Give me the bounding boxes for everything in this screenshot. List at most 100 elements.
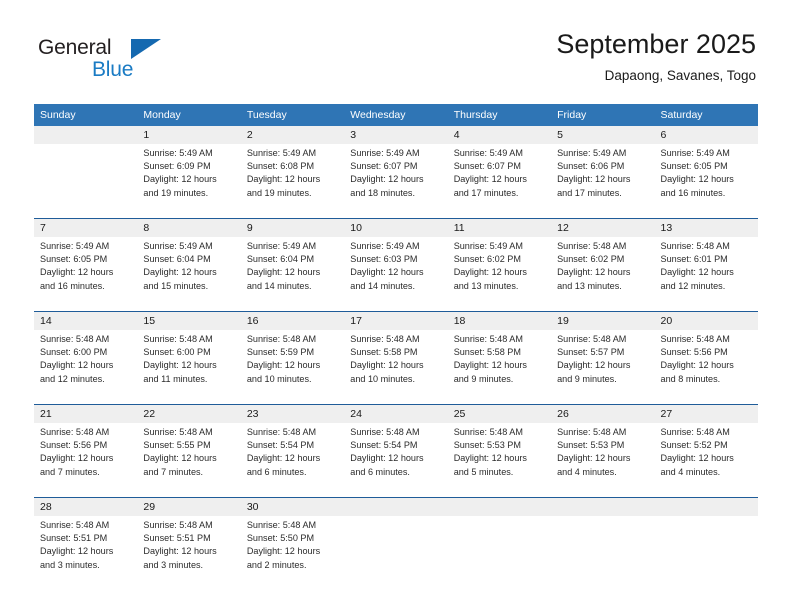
day-number[interactable] — [654, 497, 758, 516]
day-cell[interactable]: Sunrise: 5:49 AM Sunset: 6:04 PM Dayligh… — [240, 237, 345, 312]
day-cell[interactable] — [551, 516, 655, 590]
day-number[interactable]: 18 — [447, 311, 552, 330]
day-number[interactable] — [34, 126, 138, 144]
day-cell[interactable]: Sunrise: 5:48 AM Sunset: 5:58 PM Dayligh… — [447, 330, 552, 405]
sunrise-text: Sunrise: 5:48 AM — [246, 427, 317, 437]
day-cell[interactable]: Sunrise: 5:49 AM Sunset: 6:07 PM Dayligh… — [344, 144, 448, 219]
day-cell[interactable]: Sunrise: 5:48 AM Sunset: 5:59 PM Dayligh… — [240, 330, 345, 405]
day-number[interactable]: 1 — [137, 126, 241, 144]
day-cell[interactable] — [447, 516, 552, 590]
day-cell[interactable]: Sunrise: 5:49 AM Sunset: 6:05 PM Dayligh… — [654, 144, 758, 219]
day-number[interactable] — [344, 497, 448, 516]
day-cell[interactable]: Sunrise: 5:48 AM Sunset: 6:00 PM Dayligh… — [137, 330, 241, 405]
day-number[interactable]: 10 — [344, 218, 448, 237]
day-number[interactable]: 30 — [240, 497, 345, 516]
day-number[interactable]: 12 — [551, 218, 655, 237]
day-number[interactable]: 22 — [137, 404, 241, 423]
sunrise-text: Sunrise: 5:48 AM — [40, 334, 110, 344]
day-number[interactable] — [551, 497, 655, 516]
sunset-text: Sunset: 6:05 PM — [40, 254, 108, 265]
day-number[interactable]: 8 — [137, 218, 241, 237]
generalblue-logo[interactable]: General Blue — [38, 36, 238, 88]
sunset-text: Sunset: 6:07 PM — [453, 161, 521, 172]
day-cell[interactable]: Sunrise: 5:49 AM Sunset: 6:06 PM Dayligh… — [551, 144, 655, 219]
sunrise-text: Sunrise: 5:49 AM — [350, 241, 420, 251]
day-number[interactable] — [447, 497, 552, 516]
daylight-text: Daylight: 12 hours — [453, 267, 527, 278]
day-cell[interactable]: Sunrise: 5:48 AM Sunset: 5:51 PM Dayligh… — [137, 516, 241, 590]
day-number[interactable]: 21 — [34, 404, 138, 423]
day-number[interactable]: 6 — [654, 126, 758, 144]
day-cell[interactable] — [34, 144, 138, 219]
day-info-row: Sunrise: 5:48 AM Sunset: 6:00 PM Dayligh… — [34, 330, 758, 405]
day-cell[interactable]: Sunrise: 5:49 AM Sunset: 6:02 PM Dayligh… — [447, 237, 552, 312]
day-cell[interactable]: Sunrise: 5:48 AM Sunset: 6:00 PM Dayligh… — [34, 330, 138, 405]
day-cell[interactable]: Sunrise: 5:48 AM Sunset: 6:01 PM Dayligh… — [654, 237, 758, 312]
day-number[interactable]: 11 — [447, 218, 552, 237]
day-cell[interactable]: Sunrise: 5:48 AM Sunset: 5:51 PM Dayligh… — [34, 516, 138, 590]
day-cell[interactable]: Sunrise: 5:48 AM Sunset: 5:54 PM Dayligh… — [344, 423, 448, 498]
sunrise-text: Sunrise: 5:49 AM — [453, 241, 523, 251]
sunrise-text: Sunrise: 5:48 AM — [350, 334, 420, 344]
title-block: September 2025 Dapaong, Savanes, Togo — [556, 28, 756, 86]
day-cell[interactable]: Sunrise: 5:48 AM Sunset: 5:54 PM Dayligh… — [240, 423, 345, 498]
day-number[interactable]: 13 — [654, 218, 758, 237]
day-cell[interactable]: Sunrise: 5:49 AM Sunset: 6:09 PM Dayligh… — [137, 144, 241, 219]
day-cell[interactable]: Sunrise: 5:48 AM Sunset: 5:56 PM Dayligh… — [34, 423, 138, 498]
daylight-text: Daylight: 12 hours — [350, 174, 424, 185]
day-cell[interactable]: Sunrise: 5:48 AM Sunset: 5:52 PM Dayligh… — [654, 423, 758, 498]
sunset-text: Sunset: 5:51 PM — [143, 533, 211, 544]
sunrise-text: Sunrise: 5:49 AM — [143, 148, 213, 158]
day-cell[interactable]: Sunrise: 5:48 AM Sunset: 5:57 PM Dayligh… — [551, 330, 655, 405]
day-number[interactable]: 14 — [34, 311, 138, 330]
day-cell[interactable]: Sunrise: 5:49 AM Sunset: 6:05 PM Dayligh… — [34, 237, 138, 312]
daylight-text-cont: and 7 minutes. — [40, 466, 100, 477]
day-cell[interactable] — [344, 516, 448, 590]
day-number[interactable]: 25 — [447, 404, 552, 423]
sunset-text: Sunset: 6:02 PM — [453, 254, 521, 265]
day-number[interactable]: 16 — [240, 311, 345, 330]
daylight-text: Daylight: 12 hours — [557, 267, 631, 278]
sunset-text: Sunset: 5:59 PM — [246, 347, 315, 358]
day-cell[interactable]: Sunrise: 5:49 AM Sunset: 6:03 PM Dayligh… — [344, 237, 448, 312]
day-number[interactable]: 5 — [551, 126, 655, 144]
day-cell[interactable]: Sunrise: 5:49 AM Sunset: 6:08 PM Dayligh… — [240, 144, 345, 219]
day-number[interactable]: 26 — [551, 404, 655, 423]
day-number[interactable]: 20 — [654, 311, 758, 330]
day-number[interactable]: 23 — [240, 404, 345, 423]
daylight-text-cont: and 18 minutes. — [350, 187, 415, 198]
day-number[interactable]: 9 — [240, 218, 345, 237]
daylight-text: Daylight: 12 hours — [40, 546, 114, 557]
sunset-text: Sunset: 6:06 PM — [557, 161, 625, 172]
day-cell[interactable]: Sunrise: 5:48 AM Sunset: 5:53 PM Dayligh… — [551, 423, 655, 498]
sunset-text: Sunset: 5:58 PM — [453, 347, 521, 358]
day-number[interactable]: 29 — [137, 497, 241, 516]
sunrise-text: Sunrise: 5:49 AM — [557, 148, 627, 158]
week-row: 7 8 9 10 11 12 13 Sunrise: 5:49 AM Sunse… — [34, 218, 758, 312]
sunset-text: Sunset: 5:58 PM — [350, 347, 418, 358]
day-cell[interactable]: Sunrise: 5:48 AM Sunset: 5:53 PM Dayligh… — [447, 423, 552, 498]
day-number[interactable]: 17 — [344, 311, 448, 330]
daylight-text-cont: and 6 minutes. — [246, 466, 307, 477]
day-number[interactable]: 7 — [34, 218, 138, 237]
day-number[interactable]: 3 — [344, 126, 448, 144]
day-cell[interactable]: Sunrise: 5:49 AM Sunset: 6:07 PM Dayligh… — [447, 144, 552, 219]
day-cell[interactable]: Sunrise: 5:48 AM Sunset: 5:50 PM Dayligh… — [240, 516, 345, 590]
day-number[interactable]: 19 — [551, 311, 655, 330]
day-cell[interactable]: Sunrise: 5:49 AM Sunset: 6:04 PM Dayligh… — [137, 237, 241, 312]
day-number[interactable]: 15 — [137, 311, 241, 330]
day-number[interactable]: 4 — [447, 126, 552, 144]
logo-triangle-icon — [131, 39, 161, 59]
day-number[interactable]: 2 — [240, 126, 345, 144]
day-cell[interactable]: Sunrise: 5:48 AM Sunset: 5:55 PM Dayligh… — [137, 423, 241, 498]
day-cell[interactable]: Sunrise: 5:48 AM Sunset: 6:02 PM Dayligh… — [551, 237, 655, 312]
day-cell[interactable] — [654, 516, 758, 590]
sunrise-text: Sunrise: 5:48 AM — [660, 334, 730, 344]
sunset-text: Sunset: 5:51 PM — [40, 533, 108, 544]
day-cell[interactable]: Sunrise: 5:48 AM Sunset: 5:56 PM Dayligh… — [654, 330, 758, 405]
day-cell[interactable]: Sunrise: 5:48 AM Sunset: 5:58 PM Dayligh… — [344, 330, 448, 405]
day-number[interactable]: 27 — [654, 404, 758, 423]
sunrise-text: Sunrise: 5:48 AM — [40, 427, 110, 437]
day-number[interactable]: 28 — [34, 497, 138, 516]
day-number[interactable]: 24 — [344, 404, 448, 423]
